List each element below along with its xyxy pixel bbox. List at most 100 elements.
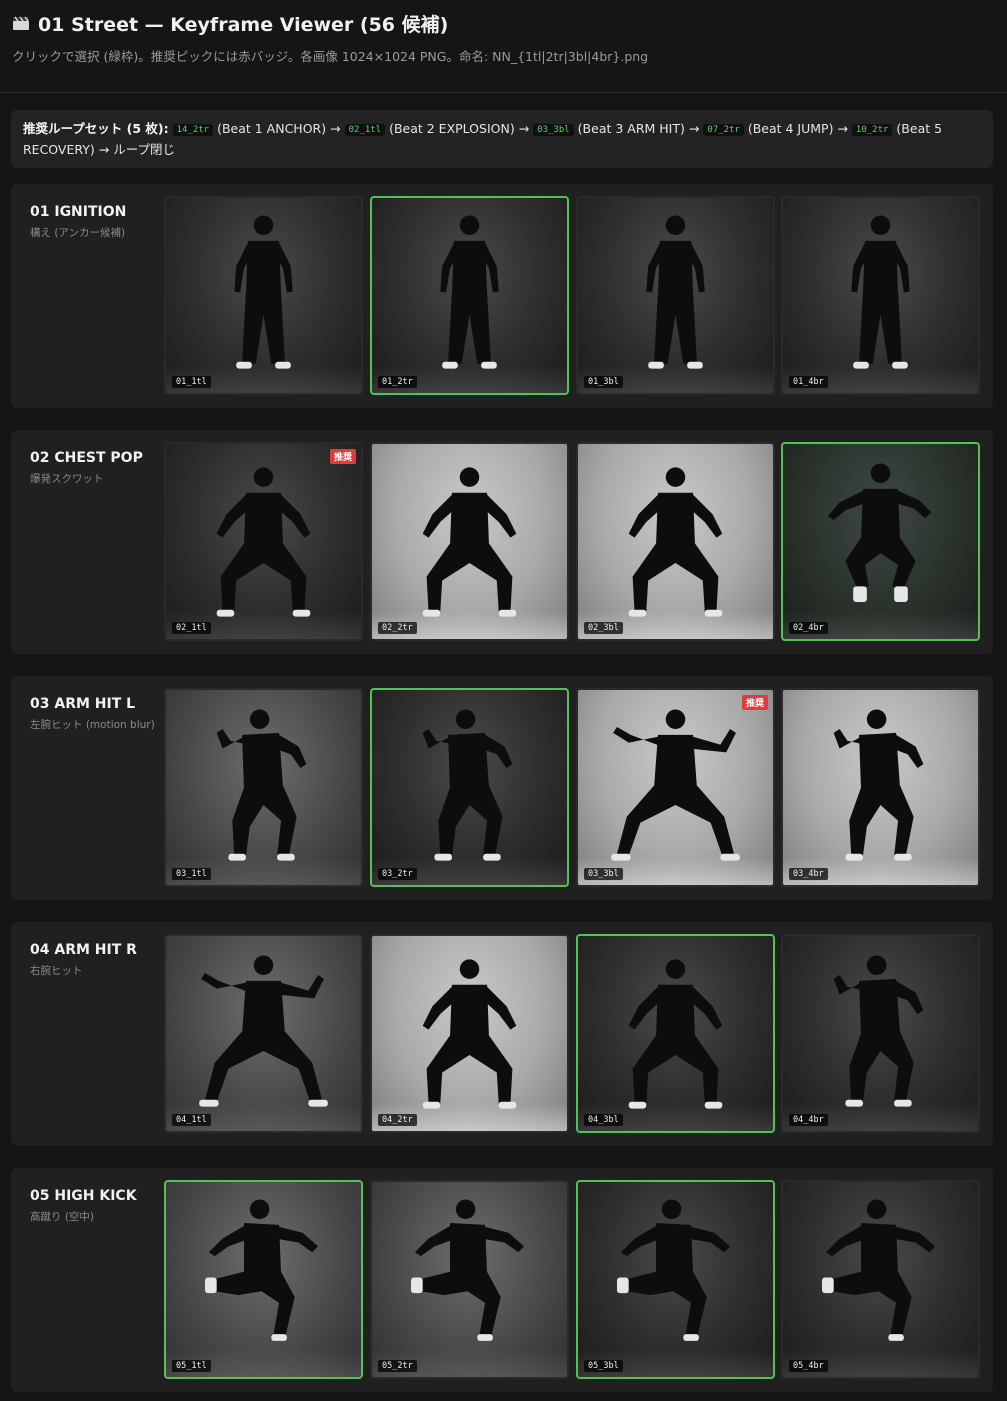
- group-label: 03 ARM HIT L 左腕ヒット (motion blur): [30, 696, 160, 732]
- keyframe-thumbnail[interactable]: 05_1tl: [164, 1180, 363, 1379]
- thumbnail-label: 03_2tr: [378, 868, 417, 880]
- group-label: 01 IGNITION 構え (アンカー候補): [30, 204, 160, 240]
- thumbnail-label: 05_1tl: [172, 1360, 211, 1372]
- dancer-figure: [216, 709, 307, 861]
- keyframe-thumbnail[interactable]: 05_2tr: [370, 1180, 569, 1379]
- group-title: 05 HIGH KICK: [30, 1188, 137, 1204]
- thumbnail-label: 02_4br: [789, 622, 828, 634]
- dancer-figure: [611, 709, 740, 861]
- keyframe-thumbnail[interactable]: 04_4br: [781, 934, 980, 1133]
- rec-item-3: 03_3bl (Beat 3 ARM HIT) →: [533, 121, 699, 136]
- arrow-icon: →: [688, 121, 700, 136]
- rec-code: 07_2tr: [703, 124, 744, 136]
- recommended-tail: RECOVERY) → ループ閉じ: [23, 142, 175, 157]
- keyframe-thumbnail[interactable]: 03_4br: [781, 688, 980, 887]
- thumbnail-label: 01_1tl: [172, 376, 211, 388]
- arrow-icon: →: [330, 121, 341, 136]
- page-subtitle: クリックで選択 (緑枠)。推奨ピックには赤バッジ。各画像 1024×1024 P…: [12, 49, 649, 64]
- thumbnail-label: 05_2tr: [378, 1360, 417, 1372]
- group-subtitle: 右腕ヒット: [30, 965, 83, 977]
- rec-code: 10_2tr: [851, 124, 893, 136]
- group-title: 02 CHEST POP: [30, 450, 143, 466]
- group-subtitle: 爆発スクワット: [30, 473, 104, 485]
- rec-item-2: 02_1tl (Beat 2 EXPLOSION) →: [344, 121, 530, 136]
- rec-item-4: 07_2tr (Beat 4 JUMP) →: [703, 121, 848, 136]
- keyframe-thumbnail[interactable]: 02_3bl: [576, 442, 775, 641]
- keyframe-thumbnail[interactable]: 05_3bl: [576, 1180, 775, 1379]
- recommended-badge: 推奨: [329, 449, 356, 464]
- keyframe-thumbnail[interactable]: 02_1tl 推奨: [164, 442, 363, 641]
- thumbnail-label: 04_4br: [789, 1114, 828, 1126]
- rec-code: 02_1tl: [344, 124, 386, 136]
- recommended-lead: 推奨ループセット (5 枚):: [23, 121, 169, 136]
- dancer-figure: [411, 1199, 525, 1341]
- keyframe-thumbnail[interactable]: 05_4br: [781, 1180, 980, 1379]
- page-title: 01 Street — Keyframe Viewer (56 候補): [12, 10, 997, 36]
- rec-item-5: 10_2tr (Beat 5: [851, 121, 943, 136]
- dancer-figure: [628, 959, 723, 1109]
- arrow-icon: →: [837, 121, 848, 136]
- group-title: 03 ARM HIT L: [30, 696, 136, 712]
- group-subtitle: 左腕ヒット (motion blur): [30, 719, 155, 731]
- keyframe-thumbnail[interactable]: 02_2tr: [370, 442, 569, 641]
- thumbnail-label: 04_1tl: [172, 1114, 211, 1126]
- thumbnail-label: 02_3bl: [584, 622, 623, 634]
- keyframe-thumbnail[interactable]: 01_4br: [781, 196, 980, 395]
- keyframe-thumbnail[interactable]: 01_1tl: [164, 196, 363, 395]
- keyframe-thumbnail[interactable]: 01_3bl: [576, 196, 775, 395]
- keyframe-thumbnail[interactable]: 03_3bl 推奨: [576, 688, 775, 887]
- thumbnail-label: 02_1tl: [172, 622, 211, 634]
- thumbnail-label: 05_4br: [789, 1360, 828, 1372]
- keyframe-group-01: 01 IGNITION 構え (アンカー候補) 01_1tl 01_2tr 01…: [11, 184, 993, 408]
- dancer-figure: [646, 215, 705, 369]
- rec-beat: (Beat 2 EXPLOSION): [389, 121, 515, 136]
- recommended-set-box: 推奨ループセット (5 枚): 14_2tr (Beat 1 ANCHOR) →…: [11, 110, 993, 168]
- dancer-figure: [422, 959, 517, 1109]
- page-title-text: 01 Street — Keyframe Viewer (56 候補): [38, 13, 449, 36]
- thumbnail-label: 02_2tr: [378, 622, 417, 634]
- keyframe-thumbnail[interactable]: 04_3bl: [576, 934, 775, 1133]
- page-header: 01 Street — Keyframe Viewer (56 候補) クリック…: [12, 10, 997, 65]
- keyframe-group-04: 04 ARM HIT R 右腕ヒット 04_1tl 04_2tr 04_3bl …: [11, 922, 993, 1146]
- rec-beat: (Beat 5: [896, 121, 943, 136]
- rec-item-1: 14_2tr (Beat 1 ANCHOR) →: [172, 121, 341, 136]
- group-subtitle: 構え (アンカー候補): [30, 227, 126, 239]
- group-label: 02 CHEST POP 爆発スクワット: [30, 450, 160, 486]
- keyframe-group-05: 05 HIGH KICK 高蹴り (空中) 05_1tl 05_2tr 05_3…: [11, 1168, 993, 1392]
- group-label: 04 ARM HIT R 右腕ヒット: [30, 942, 160, 978]
- dancer-figure: [234, 215, 293, 369]
- thumbnail-label: 03_1tl: [172, 868, 211, 880]
- dancer-figure: [833, 955, 924, 1107]
- clapperboard-icon: [13, 16, 29, 30]
- keyframe-thumbnail[interactable]: 02_4br: [781, 442, 980, 641]
- rec-beat: (Beat 4 JUMP): [747, 121, 834, 136]
- dancer-figure: [628, 467, 723, 617]
- thumbnail-label: 01_3bl: [584, 376, 623, 388]
- keyframe-thumbnail[interactable]: 01_2tr: [370, 196, 569, 395]
- keyframe-thumbnail[interactable]: 03_2tr: [370, 688, 569, 887]
- thumbnail-label: 01_4br: [789, 376, 828, 388]
- rec-beat: (Beat 1 ANCHOR): [217, 121, 327, 136]
- thumbnail-label: 04_3bl: [584, 1114, 623, 1126]
- thumbnail-label: 03_4br: [789, 868, 828, 880]
- dancer-figure: [851, 215, 910, 369]
- keyframe-thumbnail[interactable]: 03_1tl: [164, 688, 363, 887]
- keyframe-thumbnail[interactable]: 04_1tl: [164, 934, 363, 1133]
- header-divider: [0, 92, 1007, 93]
- thumbnail-label: 01_2tr: [378, 376, 417, 388]
- group-title: 01 IGNITION: [30, 204, 127, 220]
- group-title: 04 ARM HIT R: [30, 942, 137, 958]
- thumbnail-label: 03_3bl: [584, 868, 623, 880]
- recommended-badge: 推奨: [741, 695, 768, 710]
- dancer-figure: [822, 1199, 936, 1341]
- dancer-figure: [440, 215, 499, 369]
- dancer-figure: [205, 1199, 319, 1341]
- arrow-icon: →: [518, 121, 530, 136]
- keyframe-group-02: 02 CHEST POP 爆発スクワット 02_1tl 推奨 02_2tr 02_…: [11, 430, 993, 654]
- dancer-figure: [617, 1199, 731, 1341]
- keyframe-thumbnail[interactable]: 04_2tr: [370, 934, 569, 1133]
- thumbnail-label: 05_3bl: [584, 1360, 623, 1372]
- dancer-figure: [422, 709, 513, 861]
- rec-beat: (Beat 3 ARM HIT): [577, 121, 685, 136]
- keyframe-group-03: 03 ARM HIT L 左腕ヒット (motion blur) 03_1tl …: [11, 676, 993, 900]
